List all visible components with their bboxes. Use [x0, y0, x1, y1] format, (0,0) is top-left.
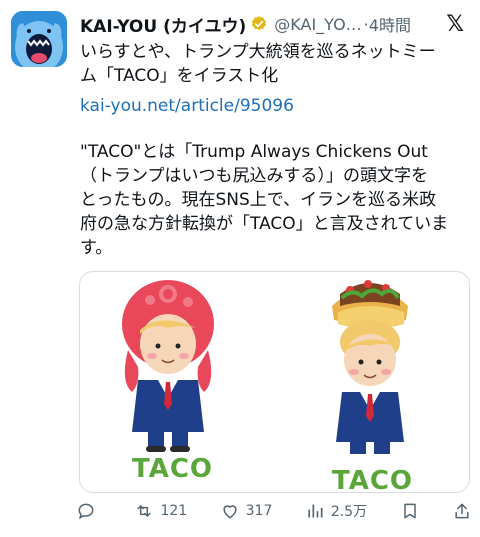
display-name[interactable]: KAI-YOU (カイユウ) [80, 12, 246, 37]
share-button[interactable] [452, 501, 472, 521]
post-header: KAI-YOU (カイユウ) @KAI_YO… · 4時間 𝕏 [80, 12, 470, 37]
verified-badge-icon [252, 16, 267, 31]
views-button[interactable]: 2.5万 [305, 501, 367, 521]
share-icon [455, 503, 469, 519]
reply-icon [78, 503, 94, 520]
taco-caption-left: TACO [132, 454, 214, 484]
article-link[interactable]: kai-you.net/article/95096 [80, 94, 470, 118]
text-line: す。 [80, 238, 113, 258]
media-image[interactable]: TACO TACO [79, 271, 470, 493]
taco-caption-right: TACO [332, 466, 414, 493]
timestamp[interactable]: 4時間 [369, 12, 411, 36]
text-line: ム「TACO」をイラスト化 [80, 66, 279, 86]
like-button[interactable]: 317 [220, 501, 273, 521]
views-icon [308, 504, 323, 518]
text-line: いらすとや、トランプ大統領を巡るネットミー [80, 42, 436, 62]
text-line: "TACO"とは「Trump Always Chickens Out [80, 142, 428, 162]
retweet-button[interactable]: 121 [134, 501, 187, 521]
like-count: 317 [245, 503, 273, 519]
action-bar: 121 317 2.5万 [76, 497, 472, 525]
bookmark-icon [403, 503, 416, 519]
retweet-count: 121 [160, 503, 188, 519]
octopus-figure [122, 280, 214, 452]
like-icon [223, 505, 237, 519]
avatar[interactable] [11, 11, 67, 67]
avatar-monster-icon [11, 11, 67, 67]
retweet-icon [137, 505, 152, 517]
text-line: 府の急な方針転換が「TACO」と言及されていま [80, 214, 449, 234]
reply-button[interactable] [76, 501, 102, 521]
taco-hat-figure [332, 280, 408, 454]
post-text: いらすとや、トランプ大統領を巡るネットミー ム「TACO」をイラスト化 kai-… [80, 40, 470, 260]
handle[interactable]: @KAI_YO… [274, 15, 361, 34]
text-line: （トランプはいつも尻込みする）」の頭文字を [80, 166, 428, 186]
text-line: とったもの。現在SNS上で、イランを巡る米政 [80, 190, 437, 210]
bookmark-button[interactable] [400, 501, 420, 521]
x-logo-icon[interactable]: 𝕏 [446, 12, 464, 37]
views-count: 2.5万 [330, 504, 368, 520]
